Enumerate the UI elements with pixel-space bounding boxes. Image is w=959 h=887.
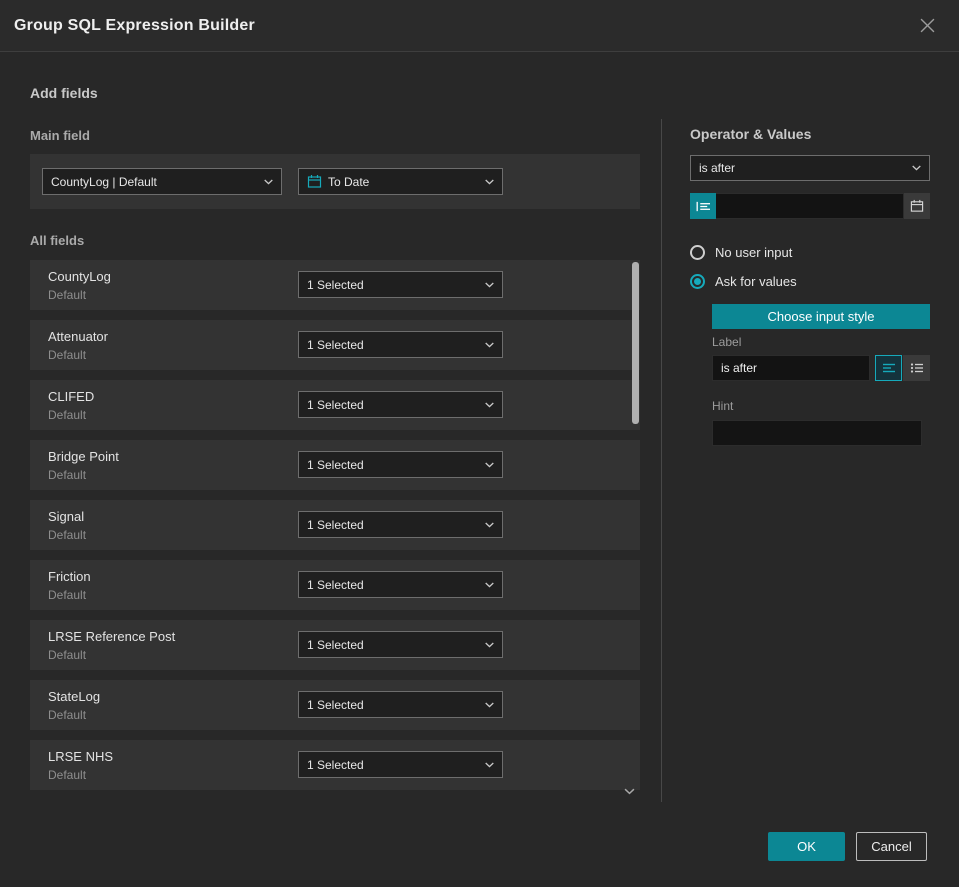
- operator-values-heading: Operator & Values: [690, 126, 812, 142]
- chevron-down-icon: [485, 762, 494, 768]
- field-row: LRSE NHS Default 1 Selected: [30, 740, 640, 790]
- dialog-title: Group SQL Expression Builder: [14, 16, 255, 34]
- value-input-row: [690, 193, 930, 219]
- dialog-header: Group SQL Expression Builder: [0, 0, 959, 52]
- radio-no-user-input[interactable]: No user input: [690, 245, 792, 260]
- value-input[interactable]: [716, 193, 904, 219]
- hint-input[interactable]: [712, 420, 922, 446]
- chevron-down-icon: [485, 582, 494, 588]
- chevron-down-icon: [485, 702, 494, 708]
- chevron-down-icon: [485, 282, 494, 288]
- main-field-select-value: CountyLog | Default: [51, 174, 157, 189]
- scroll-down-icon[interactable]: [624, 788, 635, 795]
- hint-label: Hint: [712, 399, 734, 413]
- chevron-down-icon: [485, 462, 494, 468]
- label-input[interactable]: [712, 355, 870, 381]
- radio-label: Ask for values: [715, 274, 797, 289]
- main-field-select[interactable]: CountyLog | Default: [42, 168, 282, 195]
- scrollbar[interactable]: [632, 262, 639, 786]
- chevron-down-icon: [264, 179, 273, 185]
- chevron-down-icon: [912, 165, 921, 171]
- label-label: Label: [712, 335, 742, 349]
- main-value-select[interactable]: To Date: [298, 168, 503, 195]
- field-row: Signal Default 1 Selected: [30, 500, 640, 550]
- field-values-select[interactable]: 1 Selected: [298, 511, 503, 538]
- input-style-icon[interactable]: [690, 193, 716, 219]
- chevron-down-icon: [485, 402, 494, 408]
- add-fields-heading: Add fields: [30, 85, 98, 101]
- cancel-button[interactable]: Cancel: [856, 832, 927, 861]
- choose-input-style-button[interactable]: Choose input style: [712, 304, 930, 329]
- radio-ask-for-values[interactable]: Ask for values: [690, 274, 797, 289]
- calendar-icon: [307, 174, 322, 189]
- group-sql-expression-builder-dialog: Group SQL Expression Builder Add fields …: [0, 0, 959, 887]
- ok-button[interactable]: OK: [768, 832, 845, 861]
- scrollbar-thumb[interactable]: [632, 262, 639, 424]
- chevron-down-icon: [485, 179, 494, 185]
- chevron-down-icon: [485, 342, 494, 348]
- text-input-style-icon[interactable]: [875, 355, 902, 381]
- radio-circle-icon: [690, 245, 705, 260]
- field-row: Attenuator Default 1 Selected: [30, 320, 640, 370]
- field-row: StateLog Default 1 Selected: [30, 680, 640, 730]
- operator-select-value: is after: [699, 161, 736, 175]
- field-values-select[interactable]: 1 Selected: [298, 751, 503, 778]
- chevron-down-icon: [485, 642, 494, 648]
- field-row: LRSE Reference Post Default 1 Selected: [30, 620, 640, 670]
- field-row: Bridge Point Default 1 Selected: [30, 440, 640, 490]
- all-fields-list: CountyLog Default 1 Selected Attenuator …: [30, 260, 640, 800]
- field-values-select[interactable]: 1 Selected: [298, 331, 503, 358]
- field-values-select[interactable]: 1 Selected: [298, 451, 503, 478]
- field-values-select[interactable]: 1 Selected: [298, 571, 503, 598]
- close-icon[interactable]: [916, 14, 939, 37]
- list-input-style-icon[interactable]: [903, 355, 930, 381]
- main-field-panel: CountyLog | Default To Date: [30, 154, 640, 209]
- all-fields-label: All fields: [30, 233, 85, 248]
- calendar-button[interactable]: [904, 193, 930, 219]
- main-value-select-value: To Date: [328, 174, 370, 189]
- field-row: Friction Default 1 Selected: [30, 560, 640, 610]
- label-input-row: [712, 355, 930, 381]
- field-row: CLIFED Default 1 Selected: [30, 380, 640, 430]
- field-values-select[interactable]: 1 Selected: [298, 391, 503, 418]
- operator-select[interactable]: is after: [690, 155, 930, 181]
- field-values-select[interactable]: 1 Selected: [298, 631, 503, 658]
- radio-label: No user input: [715, 245, 793, 260]
- panel-divider: [661, 119, 662, 802]
- radio-circle-icon: [690, 274, 705, 289]
- field-row: CountyLog Default 1 Selected: [30, 260, 640, 310]
- field-values-select[interactable]: 1 Selected: [298, 271, 503, 298]
- main-field-label: Main field: [30, 128, 90, 143]
- chevron-down-icon: [485, 522, 494, 528]
- field-values-select[interactable]: 1 Selected: [298, 691, 503, 718]
